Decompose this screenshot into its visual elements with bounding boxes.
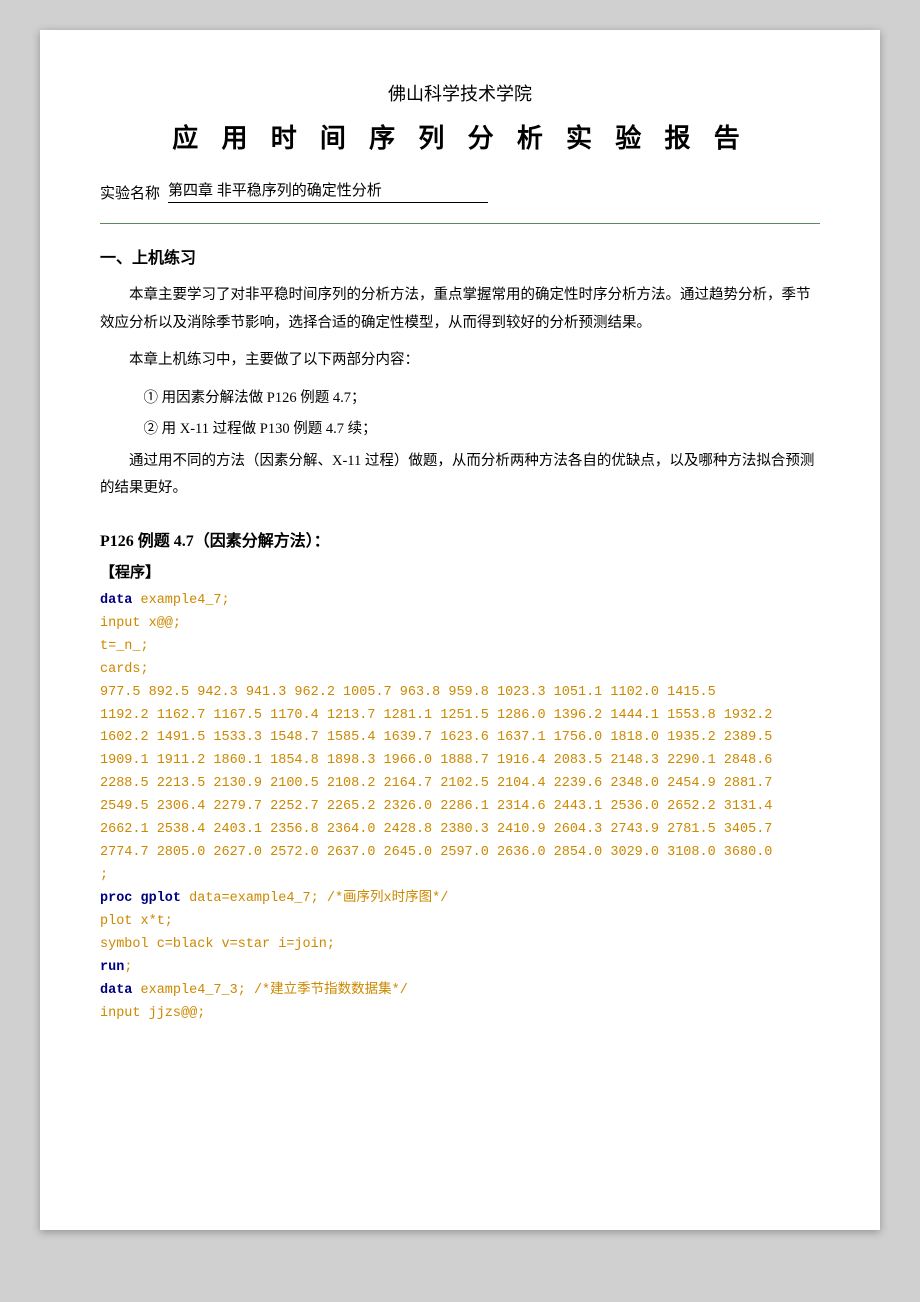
experiment-value: 第四章 非平稳序列的确定性分析	[168, 179, 488, 203]
code-comment-1: /*画序列x时序图*/	[327, 891, 449, 906]
section2-title: P126 例题 4.7（因素分解方法）：	[100, 527, 820, 551]
code-data-line1: 977.5 892.5 942.3 941.3 962.2 1005.7 963…	[100, 685, 716, 700]
section-divider	[100, 223, 820, 224]
code-run-semi: ;	[124, 960, 132, 975]
code-plot: plot x*t;	[100, 914, 173, 929]
code-data-line3: 1602.2 1491.5 1533.3 1548.7 1585.4 1639.…	[100, 730, 772, 745]
program-label: 【程序】	[100, 561, 820, 582]
code-block: data example4_7; input x@@; t=_n_; cards…	[100, 590, 820, 1026]
code-input-jjzs: input jjzs@@;	[100, 1006, 205, 1021]
code-run: run	[100, 960, 124, 975]
experiment-name-row: 实验名称 第四章 非平稳序列的确定性分析	[100, 179, 820, 203]
code-data-line2: 1192.2 1162.7 1167.5 1170.4 1213.7 1281.…	[100, 708, 772, 723]
code-gplot-data: data=example4_7;	[181, 891, 327, 906]
code-proc-gplot: proc gplot	[100, 891, 181, 906]
para3: 通过用不同的方法（因素分解、X-11 过程）做题，从而分析两种方法各自的优缺点，…	[100, 448, 820, 503]
code-input: input x@@;	[100, 616, 181, 631]
code-t: t=_n_;	[100, 639, 149, 654]
code-data-line7: 2662.1 2538.4 2403.1 2356.8 2364.0 2428.…	[100, 822, 772, 837]
para2: 本章上机练习中，主要做了以下两部分内容：	[100, 347, 820, 375]
code-semicolon: ;	[100, 868, 108, 883]
list-item-1: ① 用因素分解法做 P126 例题 4.7；	[100, 385, 820, 413]
list-item-2: ② 用 X-11 过程做 P130 例题 4.7 续；	[100, 416, 820, 444]
code-data-line6: 2549.5 2306.4 2279.7 2252.7 2265.2 2326.…	[100, 799, 772, 814]
code-keyword-data1: data	[100, 593, 132, 608]
page: 佛山科学技术学院 应 用 时 间 序 列 分 析 实 验 报 告 实验名称 第四…	[40, 30, 880, 1230]
report-title: 应 用 时 间 序 列 分 析 实 验 报 告	[100, 118, 820, 155]
code-normal-1: example4_7;	[132, 593, 229, 608]
section1-title: 一、上机练习	[100, 244, 820, 268]
code-data2-name: example4_7_3;	[132, 983, 254, 998]
code-comment-2: /*建立季节指数数据集*/	[254, 983, 408, 998]
code-data-line8: 2774.7 2805.0 2627.0 2572.0 2637.0 2645.…	[100, 845, 772, 860]
code-data-line5: 2288.5 2213.5 2130.9 2100.5 2108.2 2164.…	[100, 776, 772, 791]
code-symbol: symbol c=black v=star i=join;	[100, 937, 335, 952]
code-data2: data	[100, 983, 132, 998]
school-name: 佛山科学技术学院	[100, 80, 820, 106]
code-cards: cards;	[100, 662, 149, 677]
experiment-label: 实验名称	[100, 182, 160, 203]
code-data-line4: 1909.1 1911.2 1860.1 1854.8 1898.3 1966.…	[100, 753, 772, 768]
para1: 本章主要学习了对非平稳时间序列的分析方法，重点掌握常用的确定性时序分析方法。通过…	[100, 282, 820, 337]
